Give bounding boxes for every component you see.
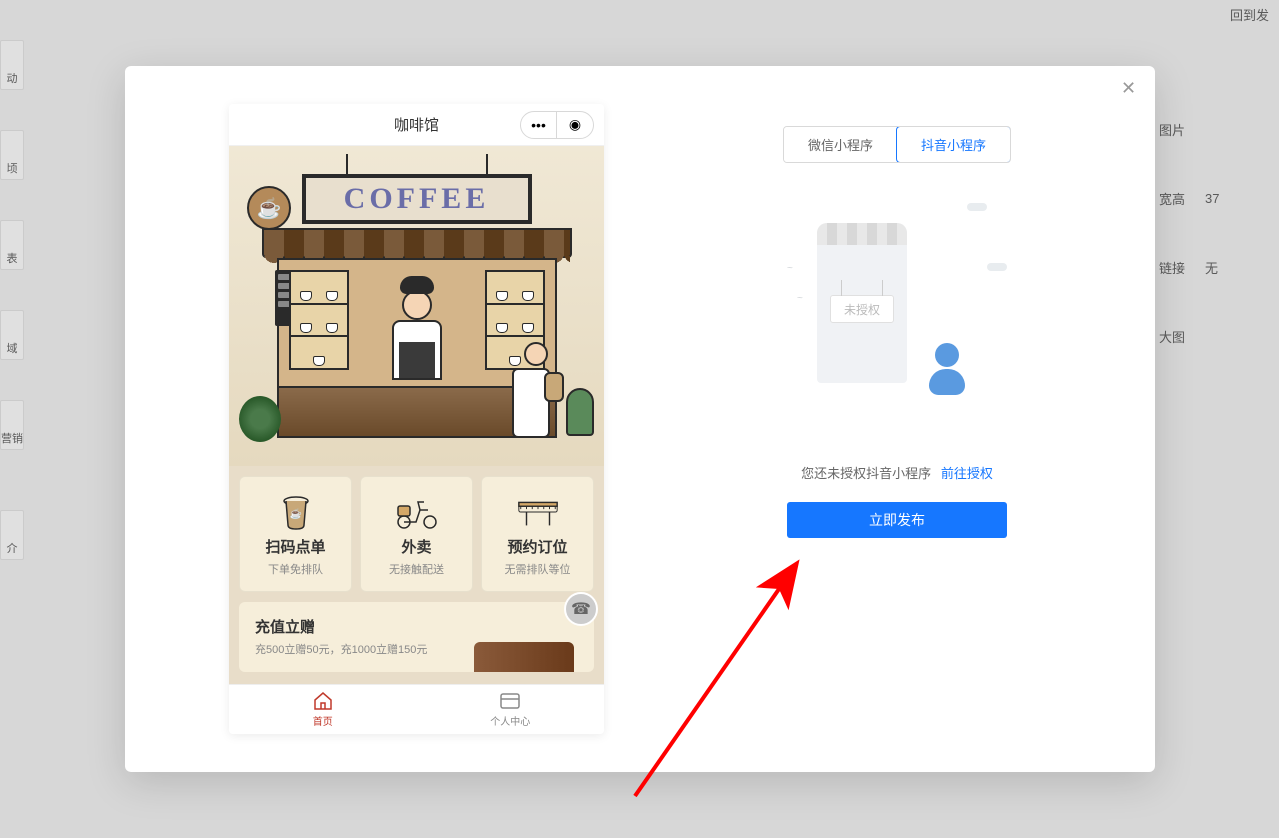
shop-placeholder: 未授权 [817, 223, 907, 383]
target-icon[interactable]: ◉ [557, 112, 593, 138]
promo-title: 充值立赠 [255, 616, 578, 637]
action-title: 扫码点单 [265, 536, 325, 557]
nav-home[interactable]: 首页 [229, 685, 417, 734]
plant-icon [566, 388, 594, 436]
action-title: 预约订位 [507, 536, 567, 557]
action-row: ☕ 扫码点单 下单免排队 外卖 无接触配送 [229, 466, 604, 602]
platform-tabs: 微信小程序 抖音小程序 [783, 126, 1011, 163]
nav-profile[interactable]: 个人中心 [417, 685, 605, 734]
phone-icon[interactable]: ☎ [564, 592, 598, 626]
promo-image [474, 642, 574, 672]
nav-label: 首页 [313, 713, 333, 728]
capsule: ••• ◉ [520, 111, 594, 139]
app-title: 咖啡馆 [394, 114, 439, 135]
auth-message-text: 您还未授权抖音小程序 [801, 466, 931, 481]
close-icon[interactable]: ✕ [1121, 80, 1137, 96]
action-sub: 无需排队等位 [505, 561, 571, 577]
tab-wechat[interactable]: 微信小程序 [784, 127, 897, 162]
svg-text:☕: ☕ [289, 507, 301, 520]
more-icon[interactable]: ••• [521, 112, 557, 138]
action-reservation[interactable]: 预约订位 无需排队等位 [481, 476, 594, 592]
coffee-cup-icon: ☕ [273, 492, 319, 532]
phone-frame: 咖啡馆 ••• ◉ ☕ COFFEE [229, 104, 604, 734]
modal-overlay: ✕ 咖啡馆 ••• ◉ ☕ [0, 0, 1279, 838]
home-icon [312, 691, 334, 711]
unauth-sign: 未授权 [830, 295, 894, 323]
plant-icon [239, 396, 281, 442]
action-delivery[interactable]: 外卖 无接触配送 [360, 476, 473, 592]
auth-message: 您还未授权抖音小程序 前往授权 [801, 463, 993, 482]
action-sub: 下单免排队 [268, 561, 323, 577]
nav-label: 个人中心 [490, 713, 530, 728]
publish-button[interactable]: 立即发布 [787, 502, 1007, 538]
action-title: 外卖 [401, 536, 431, 557]
phone-header: 咖啡馆 ••• ◉ [229, 104, 604, 146]
action-sub: 无接触配送 [389, 561, 444, 577]
scooter-icon [394, 492, 440, 532]
coffee-sign: COFFEE [302, 174, 532, 224]
phone-nav: 首页 个人中心 [229, 684, 604, 734]
preview-panel: 咖啡馆 ••• ◉ ☕ COFFEE [125, 66, 640, 772]
tab-douyin[interactable]: 抖音小程序 [896, 126, 1011, 163]
hero-illustration: ☕ COFFEE [229, 146, 604, 466]
action-scan-order[interactable]: ☕ 扫码点单 下单免排队 [239, 476, 352, 592]
bird-icon: ~ [797, 293, 803, 304]
awning [262, 228, 572, 258]
card-icon [499, 691, 521, 711]
cloud-icon [967, 203, 987, 211]
promo-card[interactable]: 充值立赠 充500立赠50元，充1000立赠150元 ☎ [239, 602, 594, 672]
bird-icon: ~ [787, 263, 793, 274]
shelf [289, 270, 349, 370]
cloud-icon [987, 263, 1007, 271]
person-icon [927, 343, 967, 393]
coffee-sign-text: COFFEE [344, 182, 490, 216]
table-icon [515, 492, 561, 532]
phone-body[interactable]: ☕ COFFEE [229, 146, 604, 684]
settings-panel: 微信小程序 抖音小程序 ~ ~ 未授权 您还未授权抖音小程序 前 [640, 66, 1155, 772]
coffee-cup-icon: ☕ [247, 186, 291, 230]
unauthorized-illustration: ~ ~ 未授权 [777, 203, 1017, 423]
customer-illustration [512, 342, 558, 442]
authorize-link[interactable]: 前往授权 [941, 466, 993, 481]
publish-modal: ✕ 咖啡馆 ••• ◉ ☕ [125, 66, 1155, 772]
